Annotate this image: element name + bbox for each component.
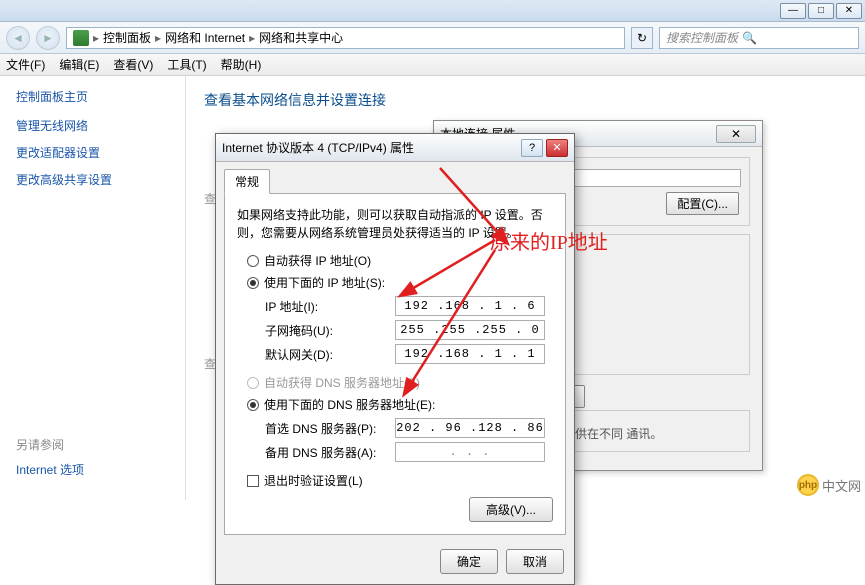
- close-window-button[interactable]: ✕: [836, 3, 862, 19]
- ipv4-properties-dialog: Internet 协议版本 4 (TCP/IPv4) 属性 ? ✕ 常规 如果网…: [215, 133, 575, 585]
- sidebar-see-also-label: 另请参阅: [16, 436, 169, 453]
- sidebar-manage-wireless[interactable]: 管理无线网络: [16, 117, 169, 134]
- help-button[interactable]: ?: [521, 139, 543, 157]
- radio-ip-auto[interactable]: [247, 255, 259, 267]
- close-dialog-button[interactable]: ✕: [546, 139, 568, 157]
- tab-general[interactable]: 常规: [224, 169, 270, 194]
- menu-help[interactable]: 帮助(H): [221, 56, 262, 73]
- watermark: php 中文网: [797, 474, 861, 496]
- tab-strip: 常规: [216, 162, 574, 193]
- breadcrumb[interactable]: ▸ 控制面板 ▸ 网络和 Internet ▸ 网络和共享中心: [66, 27, 625, 49]
- subnet-mask-label: 子网掩码(U):: [265, 322, 395, 339]
- minimize-button[interactable]: —: [780, 3, 806, 19]
- refresh-button[interactable]: ↻: [631, 27, 653, 49]
- chevron-right-icon: ▸: [155, 31, 161, 45]
- ip-address-label: IP 地址(I):: [265, 298, 395, 315]
- search-icon: 🔍: [742, 31, 757, 45]
- nav-forward-button[interactable]: ►: [36, 26, 60, 50]
- sidebar-advanced-sharing[interactable]: 更改高级共享设置: [16, 171, 169, 188]
- cancel-button[interactable]: 取消: [506, 549, 564, 574]
- radio-ip-auto-label: 自动获得 IP 地址(O): [264, 252, 371, 269]
- radio-dns-auto: [247, 377, 259, 389]
- validate-checkbox[interactable]: [247, 475, 259, 487]
- search-input[interactable]: 搜索控制面板 🔍: [659, 27, 859, 49]
- gateway-label: 默认网关(D):: [265, 346, 395, 363]
- watermark-logo-icon: php: [797, 474, 819, 496]
- menu-view[interactable]: 查看(V): [113, 56, 153, 73]
- crumb-control-panel[interactable]: 控制面板: [103, 29, 151, 46]
- chevron-right-icon: ▸: [249, 31, 255, 45]
- crumb-network-center[interactable]: 网络和共享中心: [259, 29, 343, 46]
- annotation-text: 原来的IP地址: [490, 226, 608, 255]
- sidebar: 控制面板主页 管理无线网络 更改适配器设置 更改高级共享设置 另请参阅 Inte…: [0, 76, 186, 500]
- dns1-input[interactable]: 202 . 96 .128 . 86: [395, 418, 545, 438]
- sidebar-internet-options[interactable]: Internet 选项: [16, 461, 169, 478]
- radio-dns-manual-label: 使用下面的 DNS 服务器地址(E):: [264, 396, 435, 413]
- advanced-button[interactable]: 高级(V)...: [469, 497, 553, 522]
- window-titlebar: — □ ✕: [0, 0, 865, 22]
- control-panel-icon: [73, 30, 89, 46]
- search-placeholder: 搜索控制面板: [666, 29, 738, 46]
- crumb-network-internet[interactable]: 网络和 Internet: [165, 29, 245, 46]
- dns2-input[interactable]: . . .: [395, 442, 545, 462]
- radio-ip-manual[interactable]: [247, 277, 259, 289]
- dns1-label: 首选 DNS 服务器(P):: [265, 420, 395, 437]
- page-title: 查看基本网络信息并设置连接: [204, 90, 847, 110]
- maximize-button[interactable]: □: [808, 3, 834, 19]
- address-bar: ◄ ► ▸ 控制面板 ▸ 网络和 Internet ▸ 网络和共享中心 ↻ 搜索…: [0, 22, 865, 54]
- dialog-title: Internet 协议版本 4 (TCP/IPv4) 属性: [222, 139, 414, 156]
- sidebar-change-adapter[interactable]: 更改适配器设置: [16, 144, 169, 161]
- ok-button[interactable]: 确定: [440, 549, 498, 574]
- configure-button[interactable]: 配置(C)...: [666, 192, 739, 215]
- watermark-text: 中文网: [822, 476, 861, 495]
- validate-label: 退出时验证设置(L): [264, 472, 363, 489]
- subnet-mask-input[interactable]: 255 .255 .255 . 0: [395, 320, 545, 340]
- radio-dns-auto-label: 自动获得 DNS 服务器地址(B): [264, 374, 420, 391]
- radio-dns-manual[interactable]: [247, 399, 259, 411]
- chevron-right-icon: ▸: [93, 31, 99, 45]
- sidebar-home[interactable]: 控制面板主页: [16, 88, 169, 105]
- dialog-titlebar: Internet 协议版本 4 (TCP/IPv4) 属性 ? ✕: [216, 134, 574, 162]
- adapter-close-button[interactable]: ✕: [716, 125, 756, 143]
- menu-file[interactable]: 文件(F): [6, 56, 45, 73]
- gateway-input[interactable]: 192 .168 . 1 . 1: [395, 344, 545, 364]
- menu-edit[interactable]: 编辑(E): [59, 56, 99, 73]
- radio-ip-manual-label: 使用下面的 IP 地址(S):: [264, 274, 385, 291]
- nav-back-button[interactable]: ◄: [6, 26, 30, 50]
- menu-bar: 文件(F) 编辑(E) 查看(V) 工具(T) 帮助(H): [0, 54, 865, 76]
- menu-tools[interactable]: 工具(T): [167, 56, 206, 73]
- dns2-label: 备用 DNS 服务器(A):: [265, 444, 395, 461]
- ip-address-input[interactable]: 192 .168 . 1 . 6: [395, 296, 545, 316]
